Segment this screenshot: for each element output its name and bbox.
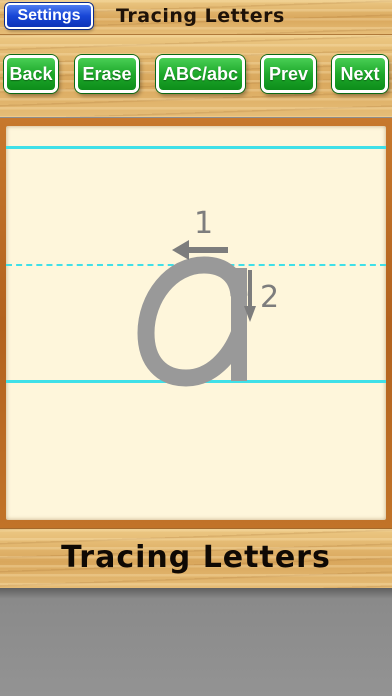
- stroke-number-1: 1: [194, 206, 214, 241]
- prev-button[interactable]: Prev: [261, 55, 316, 93]
- navigation-bar: Back Erase ABC/abc Prev Next: [0, 35, 392, 117]
- settings-button[interactable]: Settings: [5, 3, 93, 29]
- bottom-bar: Tracing Letters: [0, 528, 392, 589]
- tracing-canvas[interactable]: 1 2: [6, 126, 386, 520]
- erase-button[interactable]: Erase: [75, 55, 139, 93]
- letter-glyph: [137, 240, 256, 387]
- case-toggle-button[interactable]: ABC/abc: [156, 55, 245, 93]
- bottom-title: Tracing Letters: [61, 540, 331, 575]
- tracing-board: 1 2: [0, 118, 392, 528]
- app-screen: Settings Tracing Letters Back Erase ABC/…: [0, 0, 392, 696]
- next-button[interactable]: Next: [332, 55, 388, 93]
- back-button[interactable]: Back: [4, 55, 58, 93]
- bottom-panel: [0, 588, 392, 696]
- letter-a-shape: [137, 256, 248, 387]
- app-title: Tracing Letters: [116, 5, 285, 27]
- top-bar: Settings Tracing Letters: [0, 0, 392, 35]
- stroke-number-2: 2: [260, 280, 280, 315]
